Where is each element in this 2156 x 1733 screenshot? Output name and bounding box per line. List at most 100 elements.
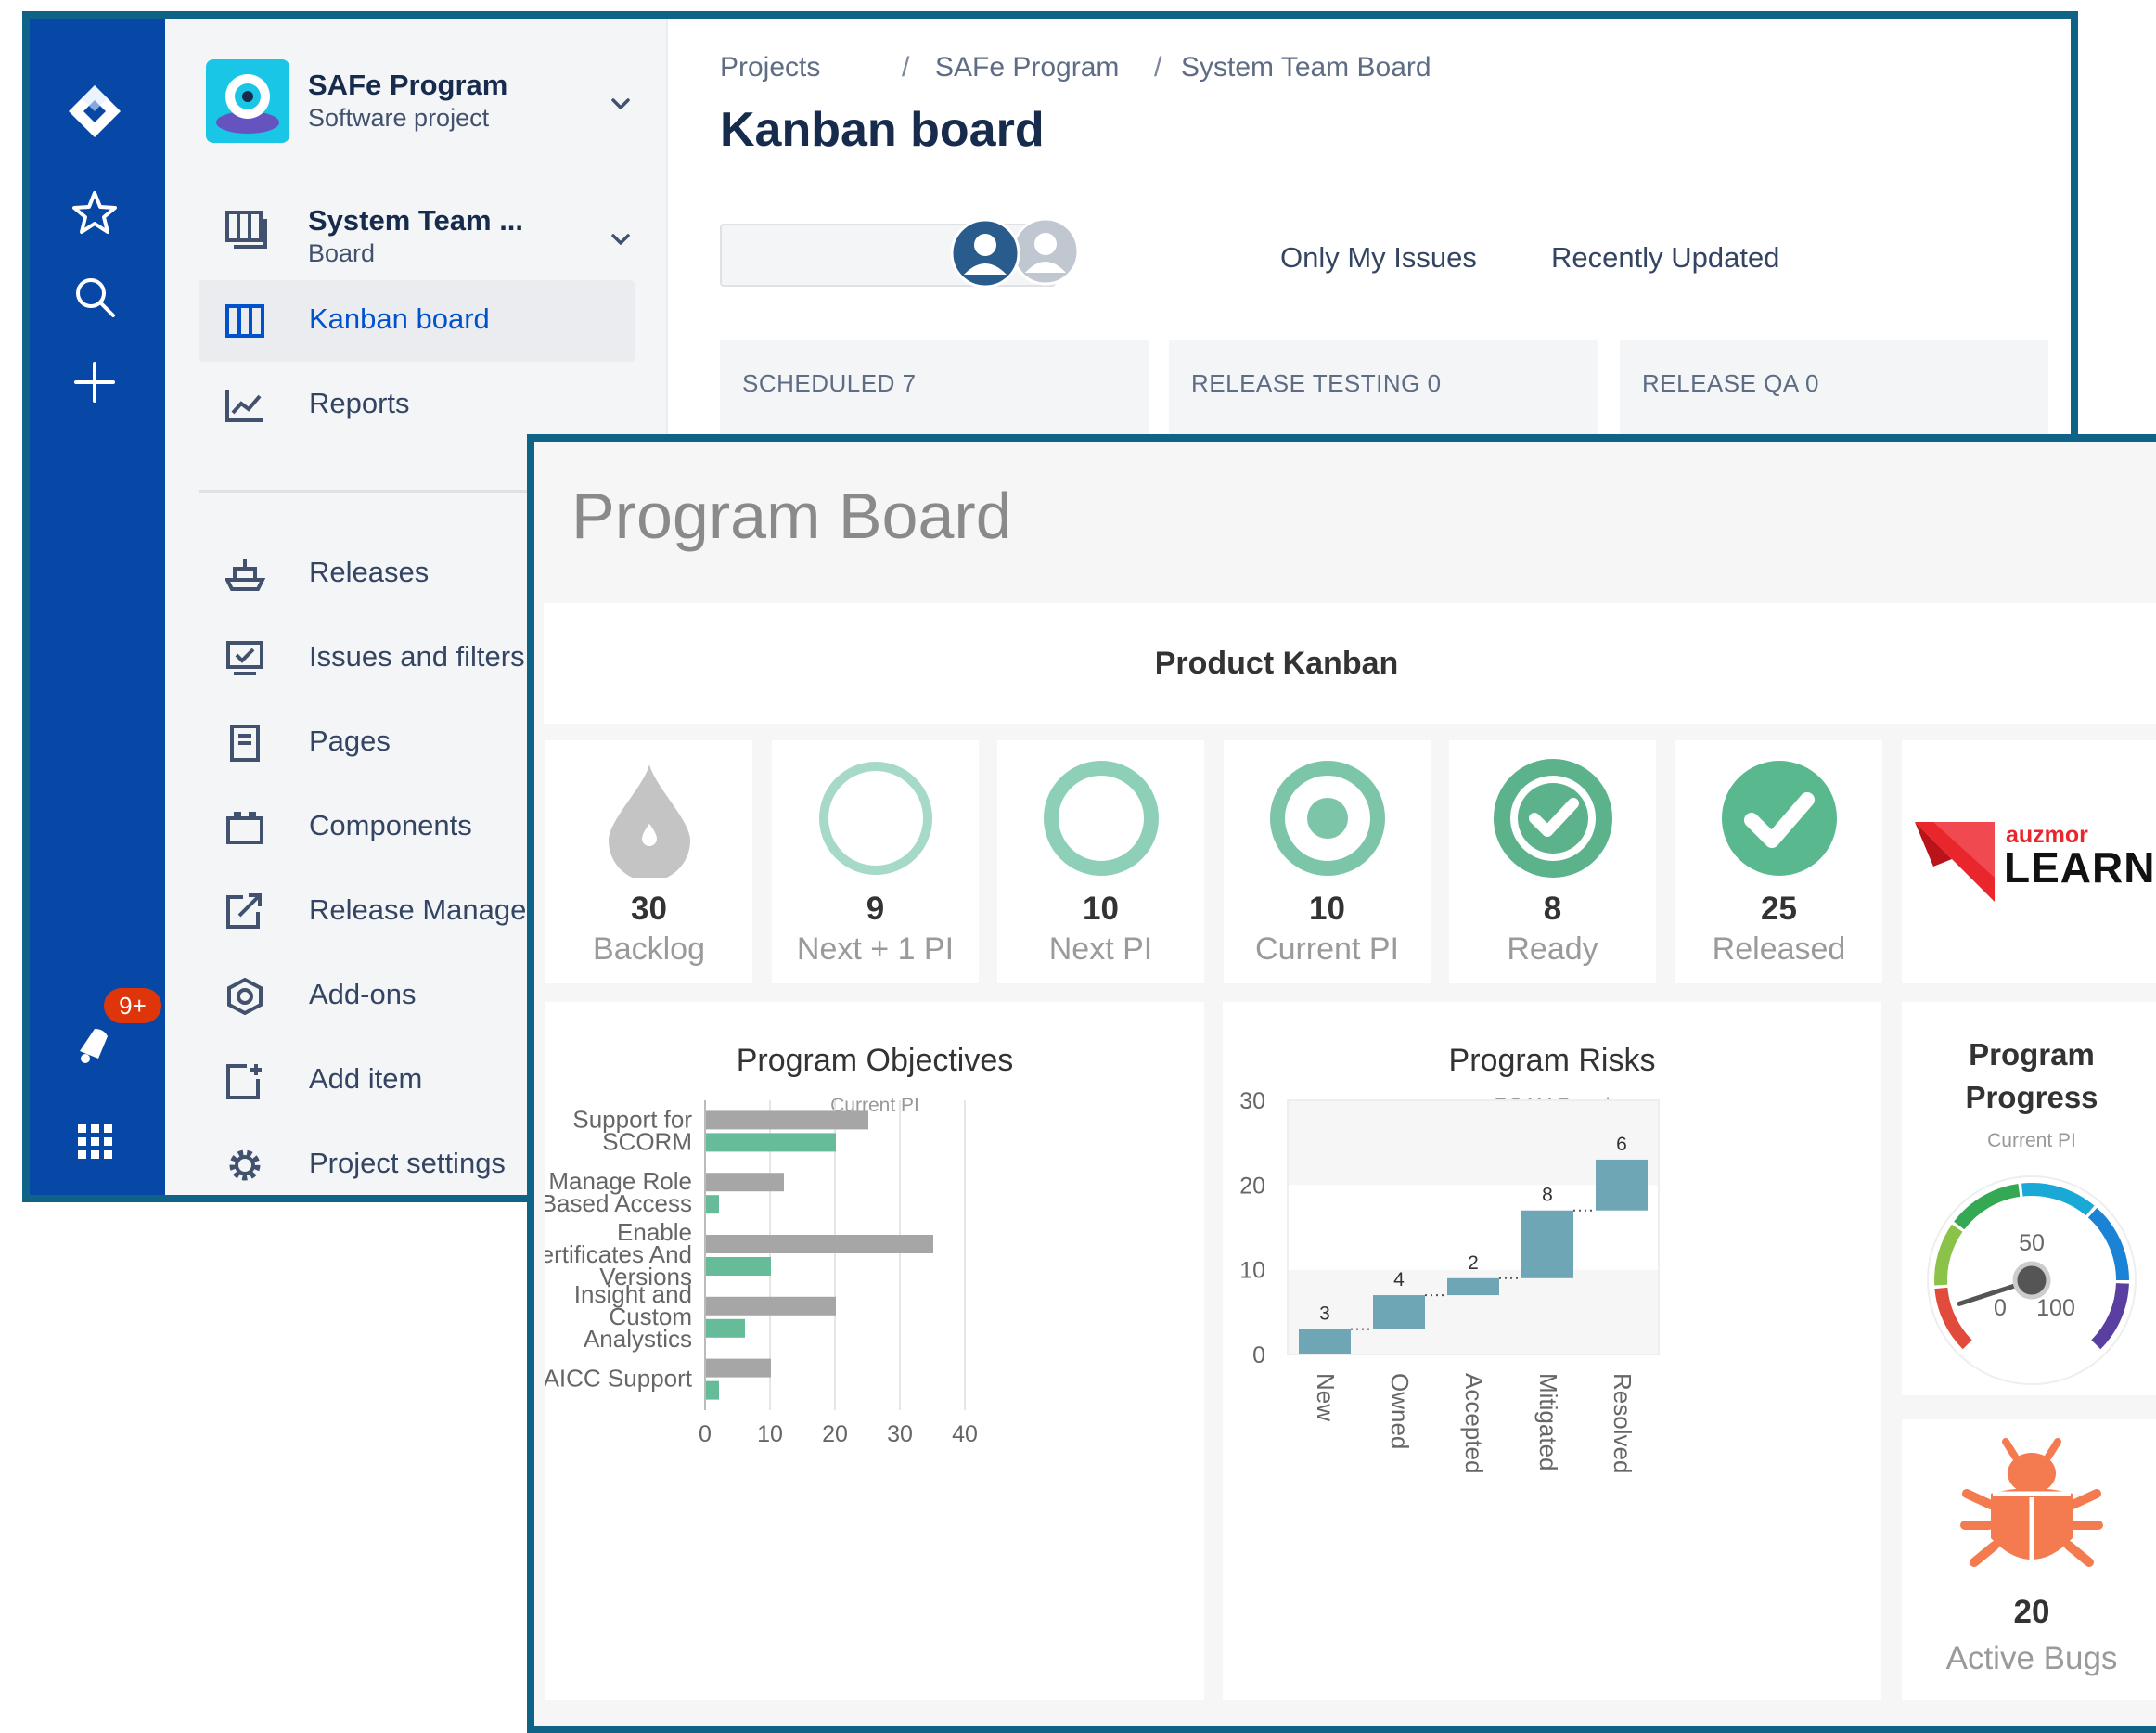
brand-large: LEARN <box>2004 843 2156 892</box>
global-nav: 9+ <box>30 19 165 1195</box>
project-name: SAFe Program <box>308 69 508 101</box>
breadcrumb-separator: / <box>902 52 910 83</box>
stage-card-released[interactable]: 25 Released <box>1675 740 1882 983</box>
stage-count: 10 <box>1309 891 1345 927</box>
breadcrumb-projects[interactable]: Projects <box>720 52 820 83</box>
chevron-down-icon[interactable] <box>609 95 633 113</box>
category-label: New <box>1312 1373 1340 1421</box>
category-label: Owned <box>1386 1373 1414 1449</box>
ring-icon <box>819 762 932 875</box>
bar <box>706 1110 868 1130</box>
breadcrumb-safe-program[interactable]: SAFe Program <box>935 52 1119 83</box>
x-tick-label: 30 <box>887 1421 913 1447</box>
bug-icon <box>1960 1438 2103 1567</box>
gauge-max-label: 100 <box>2036 1295 2075 1321</box>
objectives-chart: 0 10 20 30 40Support forSCORMManage RoleBase… <box>545 1100 978 1447</box>
x-tick-label: 20 <box>822 1421 848 1447</box>
program-progress-panel: Program Progress Current PI 50 0 100 <box>1902 1002 2156 1395</box>
progress-title-line2: Progress <box>1965 1080 2098 1114</box>
board-icon <box>225 211 267 249</box>
category-label: Mitigated <box>1534 1373 1562 1471</box>
y-tick-label: 10 <box>1239 1258 1265 1284</box>
progress-subtitle: Current PI <box>1987 1130 2076 1151</box>
y-tick-label: 30 <box>1239 1088 1265 1114</box>
page-icon <box>230 725 260 762</box>
avatar-user-icon[interactable] <box>949 217 1021 289</box>
x-tick-label: 10 <box>757 1421 783 1447</box>
breadcrumb-system-team-board[interactable]: System Team Board <box>1181 52 1431 83</box>
column-count: 7 <box>902 369 917 397</box>
x-tick-label: 0 <box>699 1421 712 1447</box>
ring-icon <box>1044 761 1159 876</box>
column-name: RELEASE QA <box>1642 369 1799 397</box>
bar <box>1373 1295 1425 1329</box>
project-avatar[interactable] <box>206 59 289 143</box>
sidebar-item-kanban-board[interactable]: Kanban board <box>199 280 635 362</box>
check-filled-icon <box>1722 761 1837 876</box>
gear-icon <box>229 1149 261 1181</box>
bar <box>706 1133 836 1152</box>
external-link-icon <box>226 893 262 929</box>
sidebar-item-label: Release Manage <box>309 893 527 926</box>
program-board-window: Program Board Product Kanban 30 Backlog … <box>527 434 2156 1733</box>
bar <box>706 1257 771 1276</box>
recently-updated-filter[interactable]: Recently Updated <box>1551 241 1779 275</box>
stage-card-next-plus-1-pi[interactable]: 9 Next + 1 PI <box>772 740 979 983</box>
bar <box>706 1358 771 1378</box>
category-label: SCORM <box>602 1127 692 1155</box>
app-switcher-icon[interactable] <box>67 1113 122 1169</box>
star-icon[interactable] <box>67 186 122 241</box>
avatar-second-icon[interactable] <box>1011 217 1080 286</box>
sidebar-item-label: Add-ons <box>309 978 417 1010</box>
sidebar-item-label: Kanban board <box>309 302 490 335</box>
bar <box>706 1318 745 1338</box>
drop-icon <box>609 764 690 878</box>
bar <box>706 1173 784 1192</box>
stage-label: Backlog <box>593 931 705 967</box>
stage-card-backlog[interactable]: 30 Backlog <box>545 740 752 983</box>
stage-count: 30 <box>631 891 667 927</box>
data-label: 4 <box>1393 1269 1405 1290</box>
stage-count: 9 <box>866 891 885 927</box>
stage-label: Next PI <box>1048 931 1153 967</box>
gauge-mid-label: 50 <box>2019 1230 2045 1256</box>
check-ring-icon <box>1494 759 1612 878</box>
sidebar-item-label: Releases <box>309 556 430 588</box>
progress-title-line1: Program <box>1969 1037 2095 1072</box>
board-switcher-name[interactable]: System Team ... <box>308 204 523 237</box>
notification-badge: 9+ <box>104 988 161 1023</box>
program-board-title: Program Board <box>571 480 1012 552</box>
progress-gauge: 50 0 100 <box>1927 1175 2137 1385</box>
plus-icon[interactable] <box>67 354 122 410</box>
bugs-label: Active Bugs <box>1945 1640 2118 1676</box>
auzmor-logo-mark-icon <box>1915 822 1995 902</box>
program-risks-panel: Program Risks ROAM Board 01020303New4Own… <box>1223 1002 1881 1700</box>
only-my-issues-filter[interactable]: Only My Issues <box>1280 241 1477 275</box>
chevron-down-icon[interactable] <box>609 230 633 249</box>
bar <box>706 1195 719 1214</box>
bar <box>1447 1277 1499 1296</box>
category-label: AICC Support <box>545 1365 693 1393</box>
hexagon-icon <box>227 978 263 1015</box>
monitor-check-icon <box>226 641 263 675</box>
risks-chart: 0 10 20 30 3 New 4 Owned 2 Accepted 8 Mitigated 6 Res… <box>1239 1088 1660 1473</box>
stage-count: 8 <box>1543 891 1562 927</box>
stage-label: Next + 1 PI <box>796 931 955 967</box>
y-tick-label: 20 <box>1239 1173 1265 1199</box>
active-bugs-panel[interactable]: 20 Active Bugs <box>1902 1419 2156 1700</box>
gauge-min-label: 0 <box>1994 1295 2007 1321</box>
stage-card-current-pi[interactable]: 10 Current PI <box>1224 740 1431 983</box>
sidebar-item-label: Issues and filters <box>309 640 525 673</box>
bugs-count: 20 <box>2013 1594 2050 1630</box>
notification-icon[interactable] <box>67 1016 122 1072</box>
stage-card-ready[interactable]: 8 Ready <box>1449 740 1656 983</box>
sidebar-item-label: Components <box>309 809 472 841</box>
auzmor-learn-logo: auzmor LEARN <box>1902 740 2156 983</box>
data-label: 3 <box>1319 1303 1330 1325</box>
stage-card-next-pi[interactable]: 10 Next PI <box>997 740 1204 983</box>
search-icon[interactable] <box>67 269 122 325</box>
category-label: Accepted <box>1460 1373 1488 1473</box>
category-label: Analystics <box>584 1325 692 1353</box>
jira-logo-icon[interactable] <box>67 83 122 139</box>
stage-label: Current PI <box>1255 931 1399 967</box>
